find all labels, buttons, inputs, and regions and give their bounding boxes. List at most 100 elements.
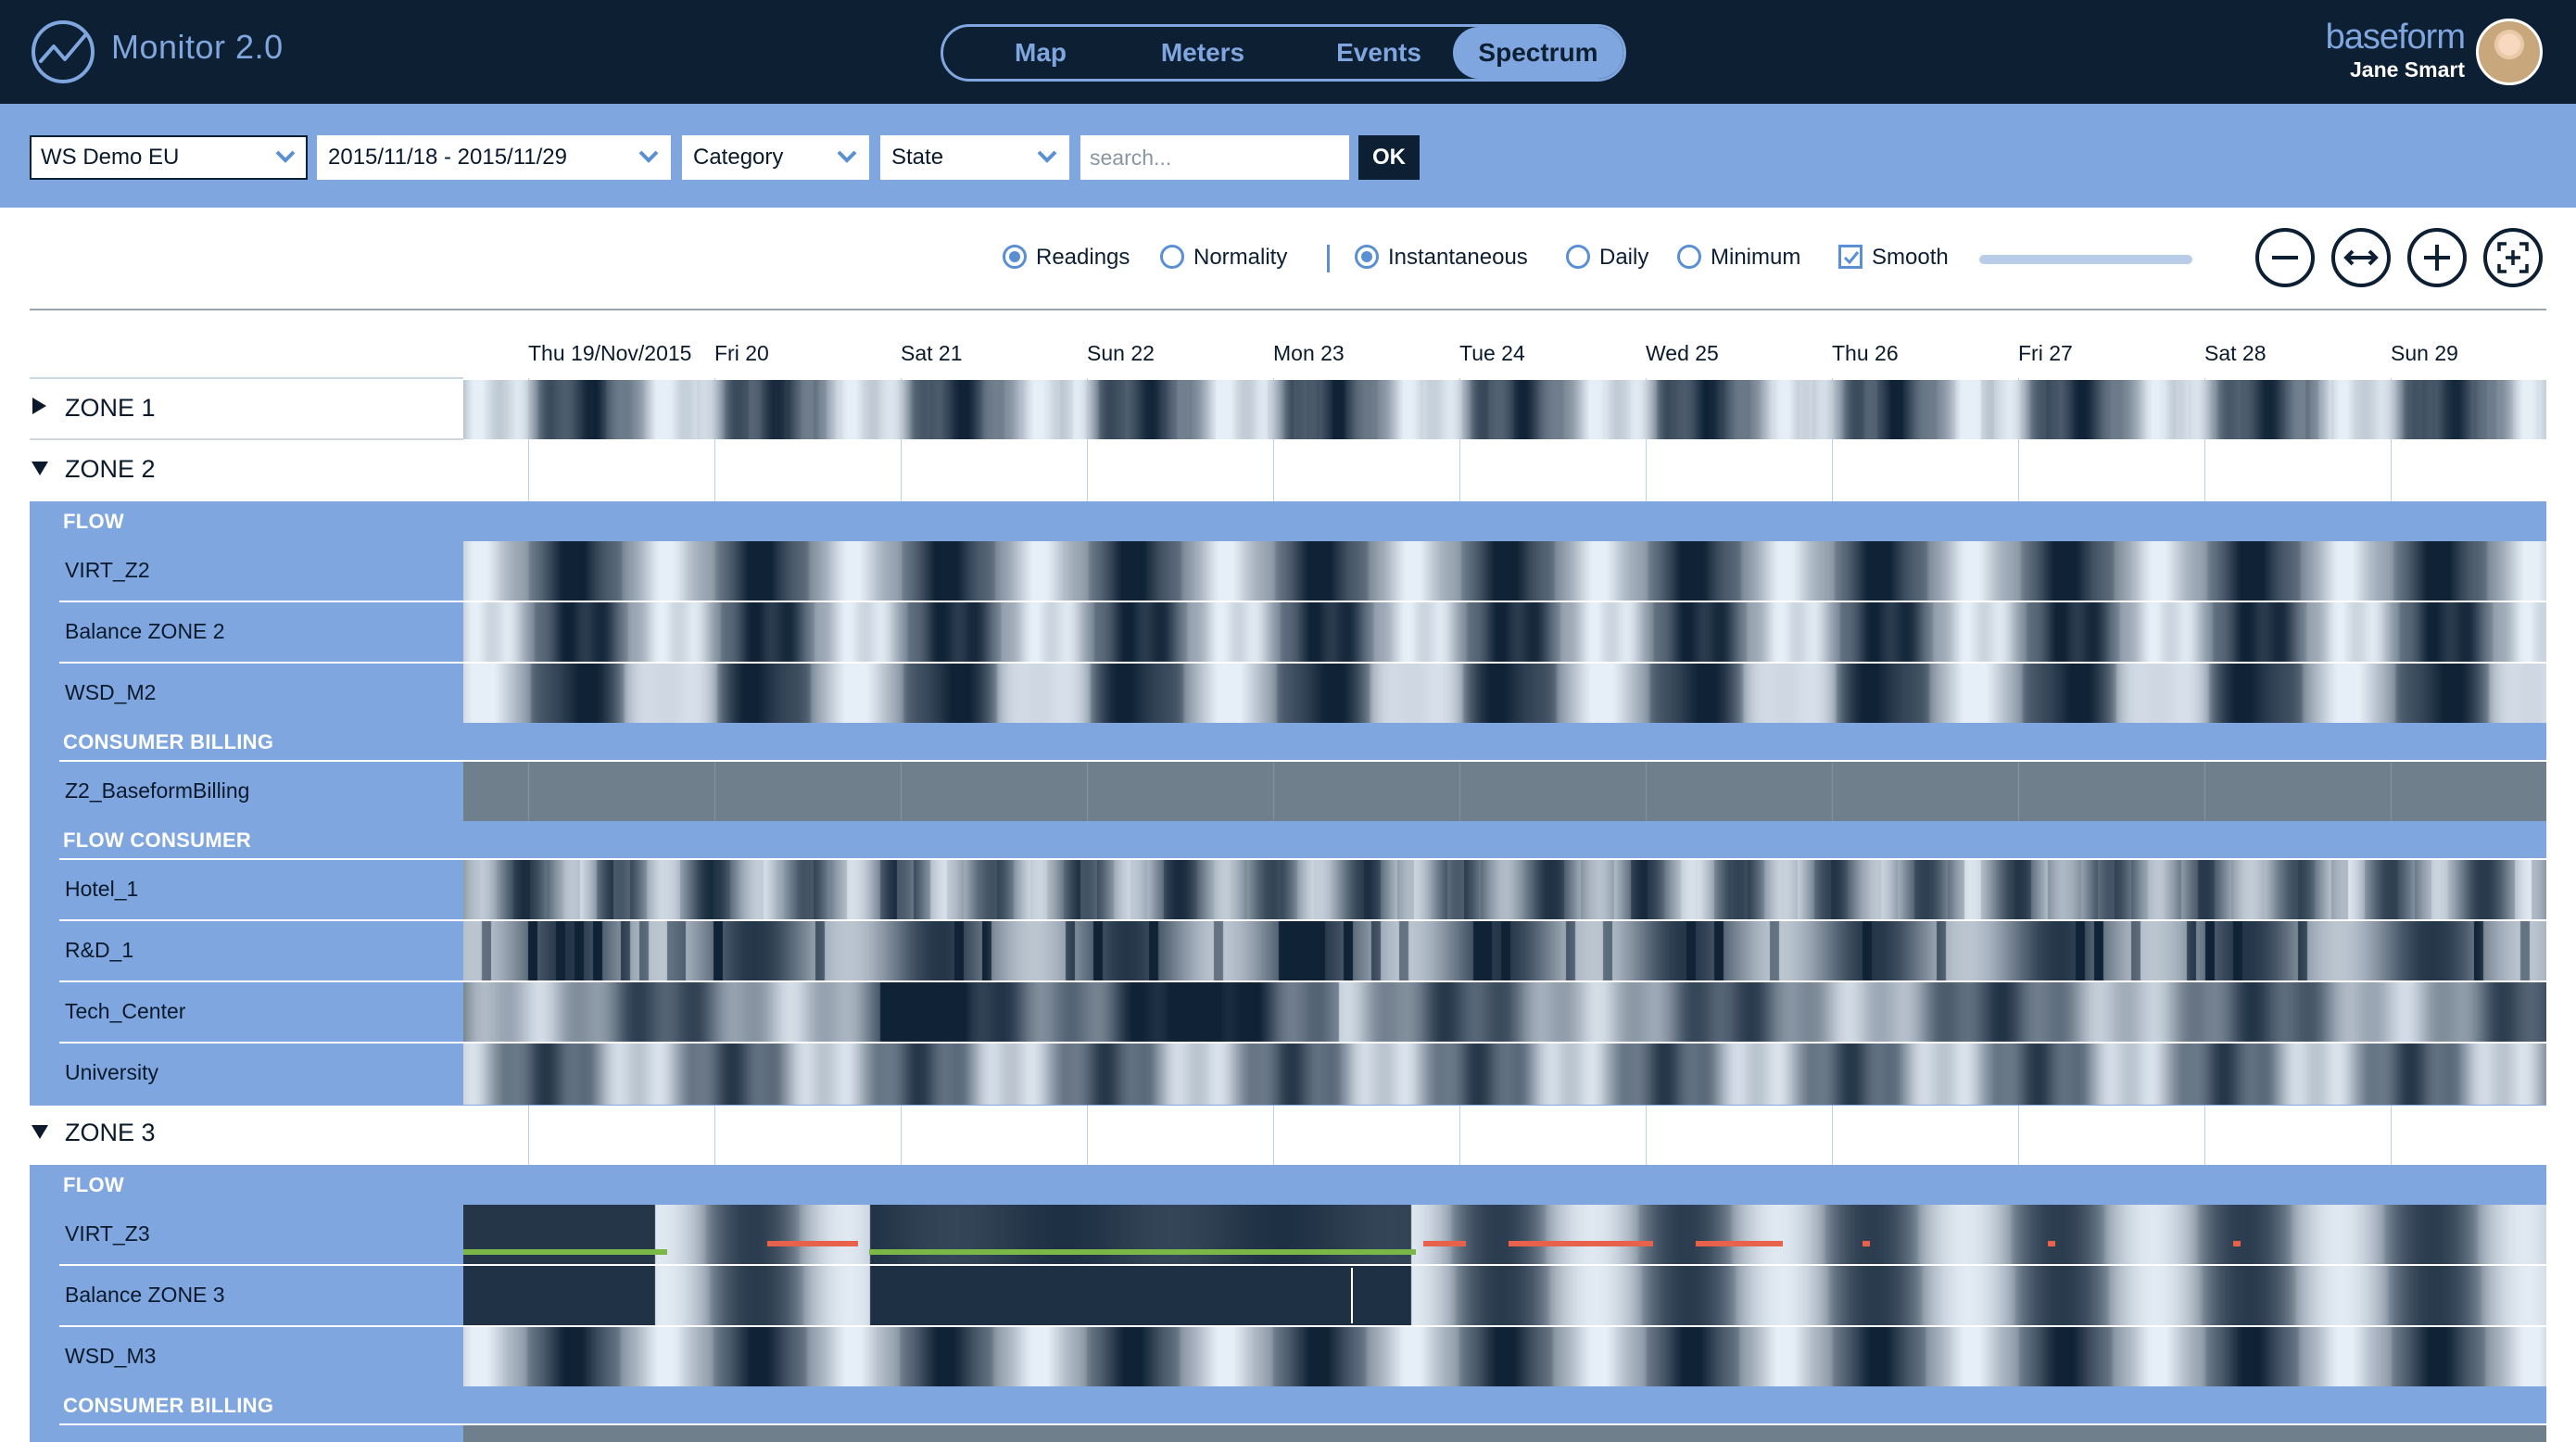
radio-normality[interactable]: Normality <box>1160 239 1287 276</box>
meter-wsd-m2[interactable]: WSD_M2 <box>65 680 156 705</box>
meter-virt-z2[interactable]: VIRT_Z2 <box>65 558 150 583</box>
zone-3-toggle[interactable]: ZONE 3 <box>30 1103 463 1162</box>
day-gridline <box>1646 439 1647 502</box>
fit-selection-button[interactable] <box>2483 228 2543 287</box>
spectrum-strip-z2-billing[interactable] <box>463 762 2546 821</box>
fit-width-button[interactable] <box>2331 228 2391 287</box>
category-consumer-billing-z3: CONSUMER BILLING <box>63 1394 274 1417</box>
meter-wsd-m3[interactable]: WSD_M3 <box>65 1344 156 1369</box>
date-range-select[interactable]: 2015/11/18 - 2015/11/29 <box>317 135 671 180</box>
user-name[interactable]: Jane Smart <box>2317 56 2465 83</box>
radio-readings[interactable]: Readings <box>1003 239 1130 276</box>
state-select[interactable]: State <box>880 135 1069 180</box>
date-range-value: 2015/11/18 - 2015/11/29 <box>328 145 567 170</box>
spectrum-strip-university[interactable] <box>463 1044 2546 1105</box>
status-ok-segment <box>463 1249 667 1255</box>
day-label: Wed 25 <box>1646 341 1719 365</box>
caret-down-icon <box>32 462 48 475</box>
brand-logo: baseform <box>2325 18 2466 57</box>
tab-events[interactable]: Events <box>1295 27 1462 79</box>
spectrum-strip-zone-1[interactable] <box>463 380 2546 439</box>
row-divider <box>59 1042 2546 1044</box>
day-label: Fri 27 <box>2018 341 2073 365</box>
spectrum-strip-virt-z3[interactable] <box>463 1205 2546 1264</box>
app-title: Monitor 2.0 <box>111 28 284 66</box>
radio-instantaneous[interactable]: Instantaneous <box>1355 239 1528 276</box>
radio-daily[interactable]: Daily <box>1566 239 1648 276</box>
radio-readings-indicator <box>1003 244 1027 269</box>
meter-z2-billing[interactable]: Z2_BaseformBilling <box>65 778 249 803</box>
radio-daily-label: Daily <box>1599 245 1649 270</box>
radio-instantaneous-indicator <box>1355 244 1379 269</box>
meter-university[interactable]: University <box>65 1060 158 1085</box>
tab-meters[interactable]: Meters <box>1119 27 1286 79</box>
spectrum-strip-tech-center[interactable] <box>463 982 2546 1042</box>
minus-icon <box>2272 256 2298 259</box>
day-label: Sat 28 <box>2204 341 2267 365</box>
chevron-down-icon <box>1037 150 1057 163</box>
day-gridline <box>1832 439 1833 502</box>
caret-right-icon <box>32 398 46 414</box>
radio-readings-label: Readings <box>1036 245 1130 270</box>
tab-map[interactable]: Map <box>971 27 1110 79</box>
day-gridline <box>1832 1103 1833 1166</box>
brand-block: baseform Jane Smart <box>2317 18 2466 83</box>
row-divider <box>59 1325 2546 1327</box>
day-label: Sun 22 <box>1087 341 1155 365</box>
network-select[interactable]: WS Demo EU <box>30 135 308 180</box>
day-gridline <box>901 439 902 502</box>
search-input[interactable] <box>1080 135 1349 180</box>
row-divider <box>59 919 2546 921</box>
spectrum-strip-virt-z2[interactable] <box>463 541 2546 601</box>
ok-button[interactable]: OK <box>1358 135 1420 180</box>
spectrum-strip-balance-z2[interactable] <box>463 602 2546 662</box>
zone-1-toggle[interactable]: ZONE 1 <box>30 378 463 437</box>
status-alarm-segment <box>1696 1241 1783 1246</box>
zoom-out-button[interactable] <box>2255 228 2315 287</box>
avatar[interactable] <box>2476 19 2543 85</box>
category-consumer-billing-z2: CONSUMER BILLING <box>63 730 274 753</box>
tab-spectrum[interactable]: Spectrum <box>1453 27 1623 79</box>
toolbar-divider <box>30 309 2546 310</box>
meter-virt-z3[interactable]: VIRT_Z3 <box>65 1221 150 1246</box>
meter-balance-z3[interactable]: Balance ZONE 3 <box>65 1283 225 1308</box>
app-logo-icon <box>32 20 95 83</box>
day-gridline <box>1087 1103 1088 1166</box>
category-flow-z2: FLOW <box>63 510 124 533</box>
spectrum-strip-rd-1[interactable] <box>463 921 2546 980</box>
zone-2-toggle[interactable]: ZONE 2 <box>30 439 463 499</box>
radio-instantaneous-label: Instantaneous <box>1388 245 1528 270</box>
state-select-value: State <box>891 145 944 170</box>
main-nav: Map Meters Events Spectrum <box>941 24 1626 82</box>
day-gridline <box>2391 1103 2392 1166</box>
row-rule <box>30 377 463 379</box>
meter-balance-z2[interactable]: Balance ZONE 2 <box>65 619 225 644</box>
category-select[interactable]: Category <box>682 135 869 180</box>
options-separator <box>1327 245 1330 272</box>
day-gridline <box>528 439 529 502</box>
spectrum-strip-wsd-m3[interactable] <box>463 1327 2546 1386</box>
spectrum-strip-hotel-1[interactable] <box>463 860 2546 919</box>
row-divider <box>59 1423 2546 1425</box>
day-label: Thu 19/Nov/2015 <box>528 341 692 365</box>
day-gridline <box>901 1103 902 1166</box>
day-gridline <box>1087 439 1088 502</box>
zoom-in-button[interactable] <box>2407 228 2467 287</box>
meter-hotel-1[interactable]: Hotel_1 <box>65 877 138 902</box>
spectrum-strip-wsd-m2[interactable] <box>463 664 2546 723</box>
radio-minimum[interactable]: Minimum <box>1677 239 1800 276</box>
smooth-slider[interactable] <box>1979 255 2192 264</box>
row-divider <box>59 980 2546 982</box>
filter-bar: WS Demo EU 2015/11/18 - 2015/11/29 Categ… <box>0 104 2576 208</box>
meter-rd-1[interactable]: R&D_1 <box>65 938 133 963</box>
row-divider <box>59 1264 2546 1266</box>
meter-tech-center[interactable]: Tech_Center <box>65 999 185 1024</box>
checkbox-smooth[interactable]: Smooth <box>1838 239 1949 276</box>
plus-icon <box>2424 245 2450 271</box>
spectrum-strip-balance-z3[interactable] <box>463 1266 2546 1325</box>
day-label: Fri 20 <box>714 341 769 365</box>
spectrum-strip-z3-billing[interactable] <box>463 1425 2546 1442</box>
row-divider <box>59 601 2546 602</box>
category-select-value: Category <box>693 145 784 170</box>
chevron-down-icon <box>837 150 857 163</box>
